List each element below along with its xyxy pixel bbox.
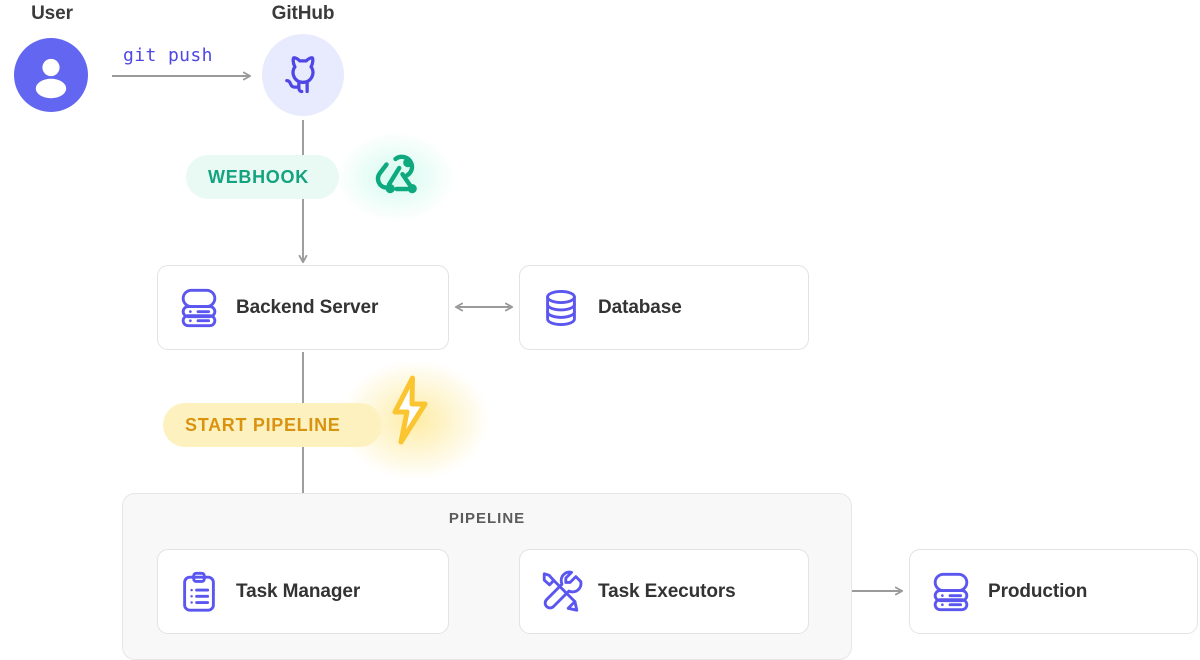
webhook-badge[interactable]: WEBHOOK: [186, 155, 339, 199]
github-label: GitHub: [271, 3, 335, 24]
node-task-manager-label: Task Manager: [236, 580, 361, 602]
start-pipeline-badge-label: START PIPELINE: [185, 414, 341, 435]
git-push-label: git push: [123, 45, 213, 66]
database-cylinder-icon: [536, 283, 586, 333]
github-avatar[interactable]: [262, 34, 344, 116]
user-avatar[interactable]: [14, 38, 88, 112]
node-production-label: Production: [988, 580, 1088, 602]
node-backend-server[interactable]: Backend Server: [157, 265, 449, 350]
user-label: User: [31, 3, 73, 24]
node-task-executors-label: Task Executors: [598, 580, 736, 602]
server-rack-icon: [926, 567, 976, 617]
start-pipeline-badge[interactable]: START PIPELINE: [163, 403, 383, 447]
server-rack-icon: [174, 283, 224, 333]
node-task-executors[interactable]: Task Executors: [519, 549, 809, 634]
pipeline-group-title: PIPELINE: [448, 510, 526, 527]
webhook-badge-label: WEBHOOK: [208, 166, 309, 187]
wrench-screwdriver-icon: [536, 567, 586, 617]
github-octocat-icon: [285, 56, 315, 94]
node-database-label: Database: [598, 296, 682, 318]
clipboard-list-icon: [174, 567, 224, 617]
diagram-canvas: PIPELINE User git push GitHub WEBHOOK Ba…: [0, 0, 1200, 660]
node-production[interactable]: Production: [909, 549, 1198, 634]
lightning-bolt-icon: [392, 375, 428, 445]
node-task-manager[interactable]: Task Manager: [157, 549, 449, 634]
user-avatar-icon: [35, 58, 67, 99]
node-database[interactable]: Database: [519, 265, 809, 350]
node-backend-server-label: Backend Server: [236, 296, 379, 318]
webhook-icon: [375, 154, 417, 194]
